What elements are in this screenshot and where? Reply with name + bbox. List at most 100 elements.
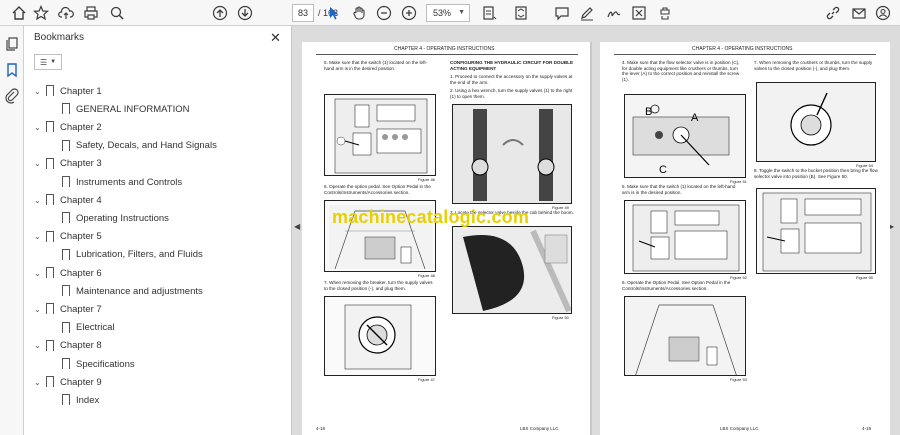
bookmark-chapter-item[interactable]: ⌄ Chapter 8 (24, 337, 292, 355)
page-header: CHAPTER 4 - OPERATING INSTRUCTIONS (692, 46, 793, 52)
bookmark-subitem[interactable]: Index (24, 391, 292, 410)
rotate-icon[interactable] (656, 4, 674, 22)
page-gutter (590, 42, 592, 435)
attachment-icon[interactable] (4, 88, 20, 104)
bookmark-icon (62, 358, 70, 373)
footer-company: LBX Company LLC (720, 426, 759, 431)
bookmark-icon (46, 303, 54, 319)
prev-page-icon[interactable] (211, 4, 229, 22)
hand-pan-icon[interactable] (350, 4, 368, 22)
print-icon[interactable] (82, 4, 100, 22)
bookmark-chapter-item[interactable]: ⌄ Chapter 1 (24, 82, 292, 100)
bookmark-subitem[interactable]: Safety, Decals, and Hand Signals (24, 137, 292, 155)
document-page-right: CHAPTER 4 - OPERATING INSTRUCTIONS 4. Ma… (600, 42, 890, 435)
chevron-down-icon[interactable]: ⌄ (34, 264, 42, 282)
bookmark-label: GENERAL INFORMATION (76, 103, 190, 115)
draw-signature-icon[interactable] (605, 4, 623, 22)
valve-label-a: A (691, 112, 699, 124)
bookmark-label: Index (76, 394, 100, 406)
chevron-down-icon[interactable]: ⌄ (34, 337, 42, 355)
star-bookmark-icon[interactable] (32, 4, 50, 22)
select-cursor-icon[interactable] (325, 4, 343, 22)
switch-panel-figure (324, 94, 436, 176)
bookmark-chapter-item[interactable]: ⌄ Chapter 7 (24, 300, 292, 319)
step-text: 5. Make sure that the switch (1) located… (324, 60, 428, 71)
chevron-down-icon: ▼ (458, 9, 465, 16)
zoom-level-select[interactable]: 53% ▼ (426, 4, 470, 22)
close-icon[interactable]: ✕ (270, 30, 281, 46)
page-number: 4-18 (316, 426, 326, 431)
header-rule (614, 54, 876, 55)
bookmark-label: Chapter 8 (60, 340, 102, 352)
list-options-icon: ☰ (39, 57, 48, 67)
zoom-out-icon[interactable] (375, 4, 393, 22)
page-thumbnails-icon[interactable] (4, 36, 20, 52)
bookmark-chapter-item[interactable]: ⌄ Chapter 5 (24, 228, 292, 246)
highlight-pen-icon[interactable] (578, 4, 596, 22)
bookmark-label: Lubrication, Filters, and Fluids (76, 249, 203, 261)
bookmark-icon (46, 194, 54, 210)
step-text: 6. Operate the option pedal. See Option … (324, 184, 431, 195)
collapse-left-arrow-icon[interactable]: ◀ (294, 222, 300, 231)
chevron-down-icon[interactable]: ⌄ (34, 118, 42, 136)
valve-label-b: B (645, 106, 652, 118)
account-icon[interactable] (874, 4, 892, 22)
chevron-down-icon[interactable]: ⌄ (34, 191, 42, 209)
bookmark-icon (62, 321, 70, 337)
figure-label: Figure 55 (856, 275, 873, 280)
bookmark-panel-icon[interactable] (4, 62, 20, 78)
email-icon[interactable] (850, 4, 868, 22)
scroll-mode-icon[interactable] (512, 4, 530, 22)
bookmarks-title: Bookmarks (34, 32, 85, 43)
next-page-icon[interactable] (236, 4, 254, 22)
comment-icon[interactable] (553, 4, 571, 22)
navigation-rail (0, 26, 24, 435)
bookmark-icon (62, 212, 70, 228)
home-icon[interactable] (10, 4, 28, 22)
chevron-down-icon[interactable]: ⌄ (34, 155, 42, 173)
bookmark-chapter-item[interactable]: ⌄ Chapter 2 (24, 118, 292, 137)
bookmark-subitem[interactable]: Instruments and Controls (24, 173, 292, 191)
bookmark-subitem[interactable]: GENERAL INFORMATION (24, 100, 292, 119)
eraser-icon[interactable] (630, 4, 648, 22)
bookmark-icon (62, 103, 70, 119)
bookmark-chapter-item[interactable]: ⌄ Chapter 9 (24, 373, 292, 392)
share-link-icon[interactable] (824, 4, 842, 22)
step-text: 8. Toggle the switch to the bucket posit… (754, 168, 878, 179)
figure-label: Figure 46 (418, 177, 435, 182)
bookmark-subitem[interactable]: Maintenance and adjustments (24, 282, 292, 301)
bookmark-label: Safety, Decals, and Hand Signals (76, 140, 217, 152)
chevron-down-icon[interactable]: ⌄ (34, 228, 42, 246)
bookmark-subitem[interactable]: Specifications (24, 355, 292, 373)
bookmark-chapter-item[interactable]: ⌄ Chapter 6 (24, 264, 292, 282)
bookmark-label: Instruments and Controls (76, 176, 183, 188)
bookmark-subitem[interactable]: Electrical (24, 319, 292, 337)
footer-company: LBX Company LLC (520, 426, 559, 431)
bookmark-label: Chapter 1 (60, 85, 102, 97)
selector-valve-location-figure (452, 226, 572, 314)
zoom-in-icon[interactable] (400, 4, 418, 22)
step-text: 7. When removing the crushers or thumbs,… (754, 60, 873, 71)
bookmark-label: Specifications (76, 358, 135, 370)
bookmark-chapter-item[interactable]: ⌄ Chapter 4 (24, 191, 292, 210)
bookmark-subitem[interactable]: Operating Instructions (24, 209, 292, 228)
search-icon[interactable] (108, 4, 126, 22)
section-heading: CONFIGURING THE HYDRAULIC CIRCUIT FOR DO… (450, 60, 574, 71)
bookmark-options-button[interactable]: ☰ ▼ (34, 54, 62, 70)
bookmark-icon (46, 85, 54, 100)
bookmark-label: Chapter 4 (60, 194, 102, 206)
chevron-down-icon[interactable]: ⌄ (34, 373, 42, 391)
chevron-down-icon[interactable]: ⌄ (34, 82, 42, 100)
page-number-input[interactable]: 83 (292, 4, 314, 22)
bookmark-chapter-item[interactable]: ⌄ Chapter 3 (24, 155, 292, 173)
upload-cloud-icon[interactable] (57, 4, 75, 22)
bookmark-icon (46, 339, 54, 355)
bookmarks-panel: Bookmarks ✕ ☰ ▼ ⌄ Chapter 1 GENERAL INFORM… (24, 26, 292, 435)
chevron-down-icon[interactable]: ⌄ (34, 300, 42, 318)
page-fit-icon[interactable] (480, 4, 498, 22)
hex-wrench-figure (452, 104, 572, 204)
bookmark-label: Chapter 2 (60, 121, 102, 133)
bookmark-subitem[interactable]: Lubrication, Filters, and Fluids (24, 246, 292, 264)
flow-selector-figure: B A C (624, 94, 746, 178)
switch-panel-figure (624, 200, 746, 274)
